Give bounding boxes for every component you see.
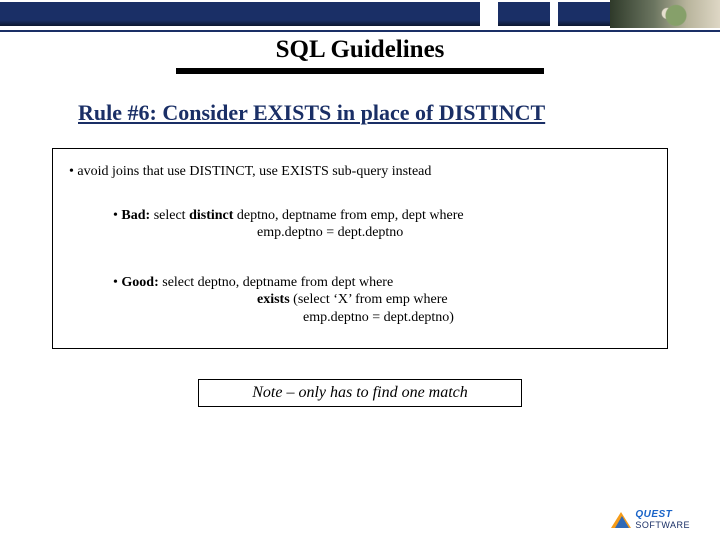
- bad-label: Bad:: [121, 208, 150, 223]
- banner: [0, 0, 720, 28]
- logo-brand: QUEST: [635, 509, 672, 520]
- content-box: avoid joins that use DISTINCT, use EXIST…: [52, 148, 668, 349]
- subtitle: Rule #6: Consider EXISTS in place of DIS…: [78, 100, 720, 126]
- good-text-2b: (select ‘X’ from emp where: [290, 292, 448, 307]
- banner-chunk: [498, 2, 550, 26]
- good-example: Good: select deptno, deptname from dept …: [113, 274, 657, 292]
- banner-photo: [610, 0, 720, 28]
- good-example-line2: exists (select ‘X’ from emp where: [257, 291, 657, 309]
- bad-example-line2: emp.deptno = dept.deptno: [257, 224, 657, 242]
- good-label: Good:: [121, 275, 158, 290]
- good-example-line3: emp.deptno = dept.deptno): [303, 309, 657, 327]
- intro-bullet: avoid joins that use DISTINCT, use EXIST…: [69, 163, 657, 181]
- slide-title: SQL Guidelines: [0, 36, 720, 64]
- title-rule: [176, 68, 544, 74]
- bad-text-1a: select: [150, 208, 189, 223]
- bad-example: Bad: select distinct deptno, deptname fr…: [113, 207, 657, 225]
- banner-chunk: [558, 2, 610, 26]
- bad-text-1b: deptno, deptname from emp, dept where: [233, 208, 463, 223]
- banner-bar: [0, 2, 480, 26]
- quest-logo-icon: [611, 510, 631, 530]
- good-text-1: select deptno, deptname from dept where: [159, 275, 393, 290]
- banner-underline: [0, 30, 720, 32]
- distinct-keyword: distinct: [189, 208, 233, 223]
- note-box: Note – only has to find one match: [198, 379, 522, 407]
- banner-gap: [480, 2, 498, 26]
- footer-logo: QUEST SOFTWARE: [611, 510, 690, 530]
- logo-text: QUEST SOFTWARE: [635, 510, 690, 530]
- logo-sub: SOFTWARE: [635, 521, 690, 530]
- exists-keyword: exists: [257, 292, 290, 307]
